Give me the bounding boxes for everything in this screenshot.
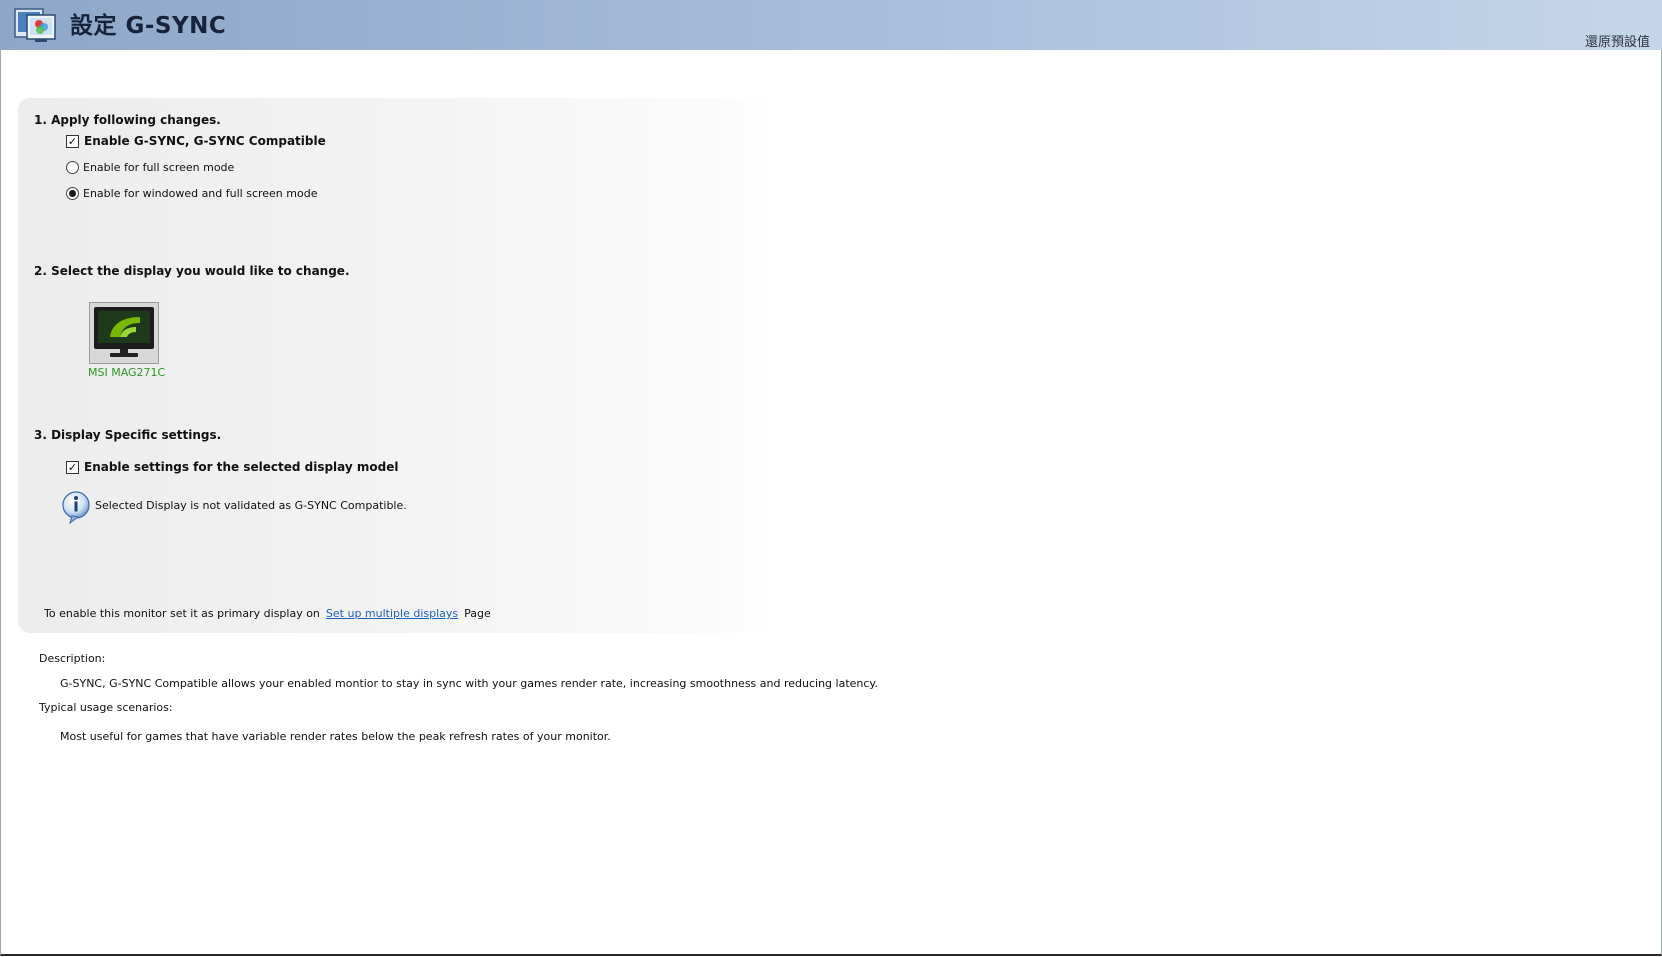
nvidia-monitor-icon — [94, 307, 154, 357]
section-display-title: 2. Select the display you would like to … — [34, 264, 350, 278]
section-display-settings-title: 3. Display Specific settings. — [34, 428, 222, 442]
checkbox-checked-icon: ✓ — [66, 134, 79, 148]
restore-defaults-link[interactable]: 還原預設值 — [1585, 31, 1650, 50]
info-message: Selected Display is not validated as G-S… — [95, 499, 407, 512]
info-icon — [62, 491, 90, 524]
enable-display-settings-checkbox[interactable]: ✓ Enable settings for the selected displ… — [66, 460, 399, 474]
radio-windowed-label: Enable for windowed and full screen mode — [83, 187, 318, 200]
primary-display-hint: To enable this monitor set it as primary… — [44, 607, 491, 620]
primary-display-suffix: Page — [464, 607, 491, 620]
radio-selected-icon — [66, 187, 79, 200]
display-name-label: MSI MAG271C — [88, 366, 166, 379]
description-label: Description: — [39, 652, 106, 665]
radio-windowed-full-screen[interactable]: Enable for windowed and full screen mode — [66, 187, 317, 200]
section-apply-title: 1. Apply following changes. — [34, 113, 221, 127]
usage-label: Typical usage scenarios: — [39, 701, 173, 714]
radio-unselected-icon — [66, 161, 79, 174]
page-title: 設定 G-SYNC — [70, 13, 227, 39]
usage-text: Most useful for games that have variable… — [60, 730, 611, 743]
primary-display-prefix: To enable this monitor set it as primary… — [44, 607, 320, 620]
setup-multiple-displays-link[interactable]: Set up multiple displays — [326, 607, 458, 620]
enable-gsync-checkbox[interactable]: ✓ Enable G-SYNC, G-SYNC Compatible — [66, 134, 326, 148]
display-select-msi-mag271c[interactable] — [89, 302, 159, 364]
nvidia-control-panel-icon — [14, 8, 56, 42]
radio-full-screen[interactable]: Enable for full screen mode — [66, 161, 234, 174]
description-text: G-SYNC, G-SYNC Compatible allows your en… — [60, 677, 878, 690]
checkbox-checked-icon: ✓ — [66, 460, 79, 474]
page-header: 設定 G-SYNC 還原預設值 — [0, 0, 1662, 50]
radio-full-screen-label: Enable for full screen mode — [83, 161, 235, 174]
enable-gsync-label: Enable G-SYNC, G-SYNC Compatible — [84, 134, 326, 148]
enable-display-settings-label: Enable settings for the selected display… — [84, 460, 399, 474]
